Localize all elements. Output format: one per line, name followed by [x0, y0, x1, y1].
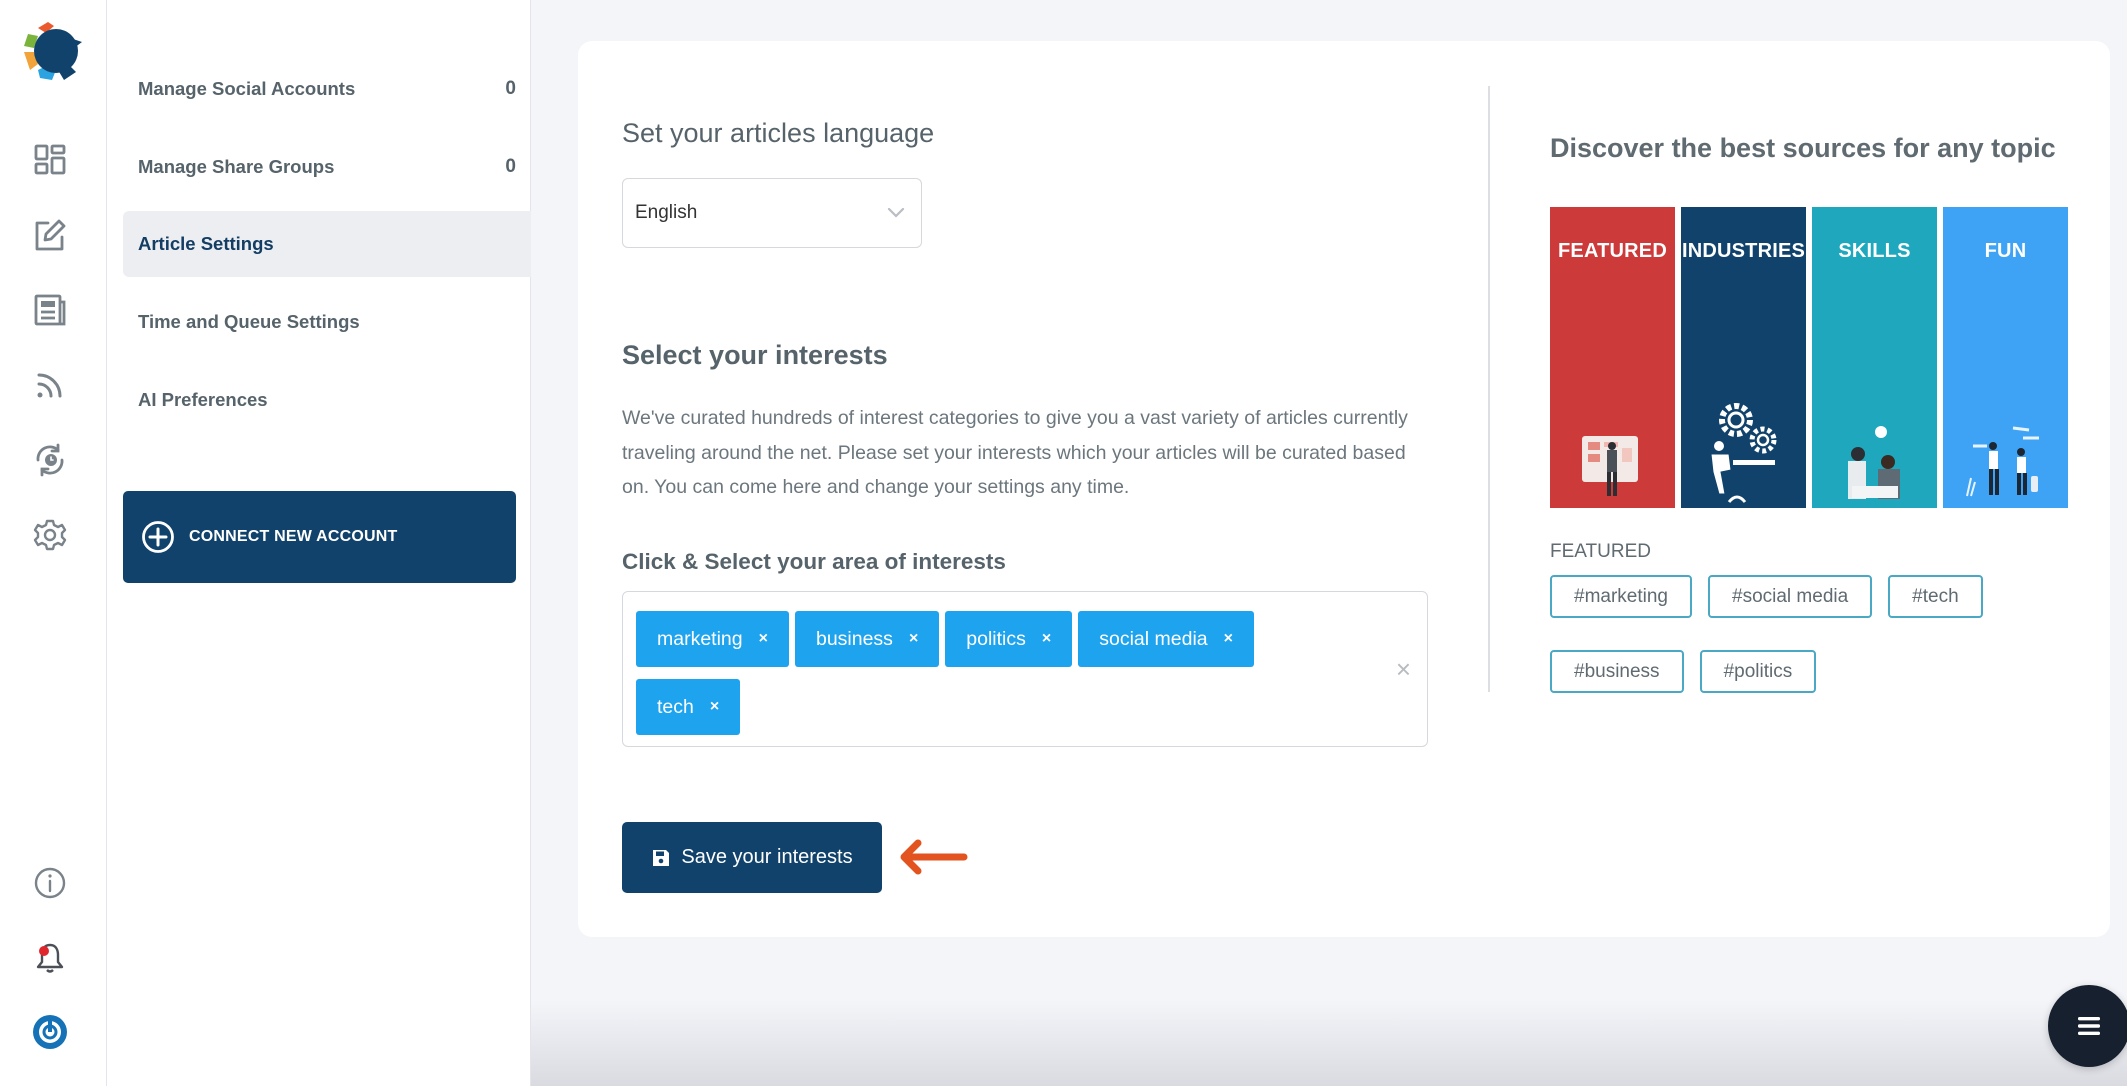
dashboard-icon[interactable]	[30, 140, 70, 180]
featured-tags-heading: FEATURED	[1550, 541, 1651, 562]
power-icon[interactable]	[30, 1012, 70, 1052]
topic-tile-fun[interactable]: FUN	[1943, 207, 2068, 508]
articles-icon[interactable]	[30, 290, 70, 330]
remove-tag-icon[interactable]: ×	[1042, 630, 1051, 648]
rss-feed-icon[interactable]	[30, 365, 70, 405]
nav-item-manage-share-groups[interactable]: Manage Share Groups 0	[123, 134, 531, 200]
nav-item-label: Manage Social Accounts	[138, 78, 356, 99]
featured-illustration-icon	[1582, 436, 1638, 496]
topic-tile-label: SKILLS	[1838, 240, 1911, 262]
topic-tile-featured[interactable]: FEATURED	[1550, 207, 1675, 508]
featured-tags: #marketing #social media #tech #business…	[1550, 575, 2070, 693]
interest-tag[interactable]: tech ×	[636, 679, 741, 735]
plus-circle-icon	[142, 521, 174, 553]
featured-tag-chip[interactable]: #marketing	[1550, 575, 1692, 618]
nav-item-ai-preferences[interactable]: AI Preferences	[123, 367, 531, 433]
topic-tile-label: FUN	[1984, 240, 2027, 262]
fun-travel-illustration-icon	[1966, 426, 2039, 497]
nav-item-count: 0	[505, 156, 516, 177]
interests-description: We've curated hundreds of interest categ…	[622, 407, 1408, 498]
brand-logo[interactable]	[16, 16, 84, 86]
interest-tag[interactable]: business ×	[794, 611, 940, 667]
nav-item-time-and-queue-settings[interactable]: Time and Queue Settings	[123, 289, 531, 355]
topic-tile-industries[interactable]: INDUSTRIES	[1681, 207, 1806, 508]
featured-tag-chip[interactable]: #politics	[1699, 650, 1817, 693]
hamburger-menu-icon	[2078, 1017, 2100, 1035]
nav-item-label: Manage Share Groups	[138, 156, 335, 177]
area-of-interests-heading: Click & Select your area of interests	[622, 549, 1006, 574]
nav-item-manage-social-accounts[interactable]: Manage Social Accounts 0	[123, 56, 531, 122]
remove-tag-icon[interactable]: ×	[710, 698, 719, 716]
topic-tile-skills[interactable]: SKILLS	[1812, 207, 1937, 508]
article-settings-card: Set your articles language English Selec…	[578, 41, 2110, 937]
nav-item-label: Time and Queue Settings	[138, 311, 360, 332]
scheduled-sync-icon[interactable]	[30, 440, 70, 480]
topic-tile-label: FEATURED	[1557, 240, 1667, 262]
connect-new-account-label: CONNECT NEW ACCOUNT	[189, 528, 398, 545]
interest-tag[interactable]: marketing ×	[636, 611, 789, 667]
discover-heading: Discover the best sources for any topic	[1550, 133, 2056, 163]
interest-tag-label: politics	[966, 627, 1026, 650]
clear-all-tags-icon[interactable]: ×	[1396, 654, 1411, 685]
industries-gears-illustration-icon	[1710, 403, 1777, 503]
save-interests-button[interactable]: Save your interests	[622, 822, 882, 893]
interest-tag[interactable]: social media ×	[1078, 611, 1254, 667]
pointer-arrow-icon	[900, 839, 968, 875]
icon-rail	[0, 0, 107, 1086]
connect-new-account-button[interactable]: CONNECT NEW ACCOUNT	[123, 491, 516, 583]
topic-tile-label: INDUSTRIES	[1681, 240, 1806, 262]
chevron-down-icon	[887, 207, 905, 218]
featured-tag-chip[interactable]: #social media	[1708, 575, 1873, 618]
nav-item-article-settings[interactable]: Article Settings	[123, 211, 531, 277]
floppy-disk-icon	[653, 849, 670, 866]
remove-tag-icon[interactable]: ×	[759, 630, 768, 648]
info-icon[interactable]	[30, 863, 70, 903]
nav-item-label: Article Settings	[138, 233, 274, 254]
bottom-fade	[531, 1000, 2127, 1086]
settings-gear-icon[interactable]	[30, 515, 70, 555]
floating-menu-button[interactable]	[2048, 985, 2127, 1067]
interest-tag[interactable]: politics ×	[945, 611, 1073, 667]
language-select-value: English	[635, 202, 698, 223]
interests-heading: Select your interests	[622, 340, 888, 370]
interests-tag-input[interactable]: marketing × business × politics × social…	[622, 591, 1428, 747]
settings-nav: Manage Social Accounts 0 Manage Share Gr…	[107, 0, 531, 1086]
compose-icon[interactable]	[30, 215, 70, 255]
language-select[interactable]: English	[622, 178, 922, 248]
interest-tag-label: business	[815, 627, 893, 650]
skills-illustration-icon	[1848, 426, 1900, 499]
save-interests-label: Save your interests	[681, 846, 853, 868]
notification-dot	[39, 946, 49, 956]
remove-tag-icon[interactable]: ×	[1224, 630, 1233, 648]
featured-tag-chip[interactable]: #business	[1550, 650, 1684, 693]
interest-tag-label: marketing	[657, 627, 743, 650]
language-heading: Set your articles language	[622, 118, 935, 148]
featured-tag-chip[interactable]: #tech	[1888, 575, 1983, 618]
nav-item-count: 0	[505, 78, 516, 99]
nav-item-label: AI Preferences	[138, 389, 268, 410]
remove-tag-icon[interactable]: ×	[909, 630, 918, 648]
selected-tags: marketing × business × politics × social…	[636, 611, 1356, 735]
interest-tag-label: tech	[657, 695, 694, 718]
topic-tiles: FEATURED INDUSTRIES SKILLS FUN	[1550, 207, 2068, 508]
notifications-bell-icon[interactable]	[30, 938, 70, 978]
section-divider	[1488, 86, 1490, 692]
interest-tag-label: social media	[1099, 627, 1208, 650]
